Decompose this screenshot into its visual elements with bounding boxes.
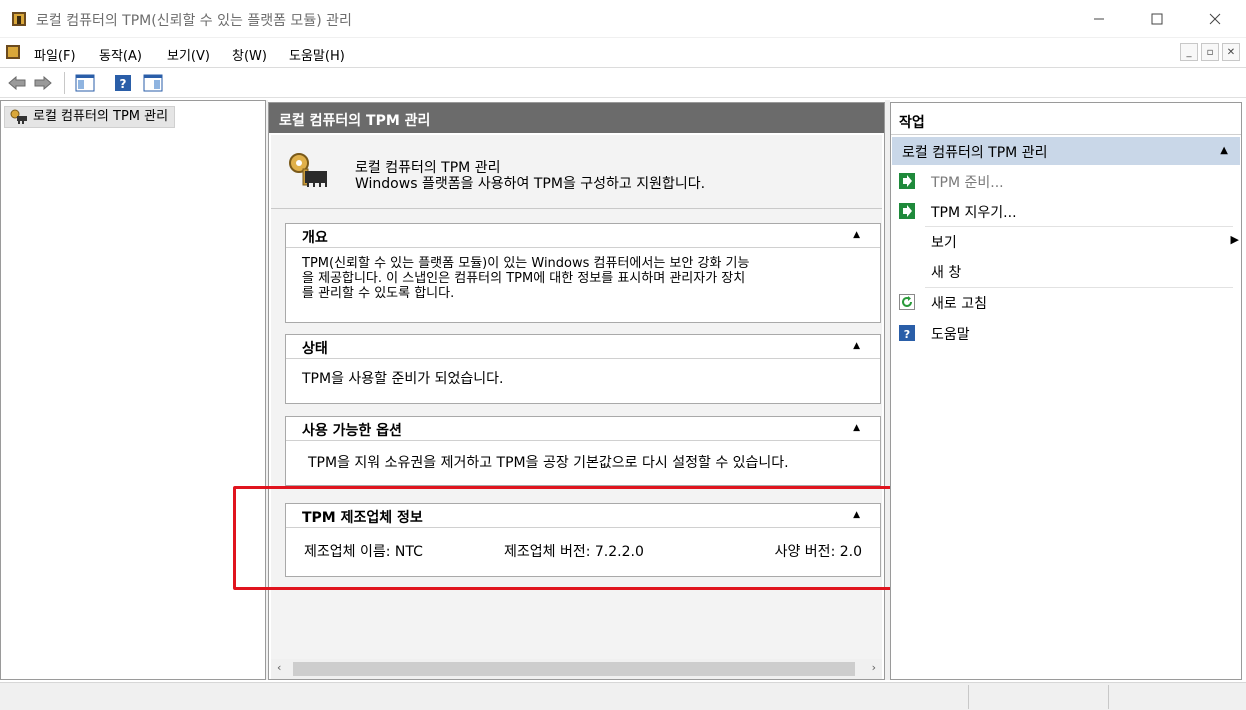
- action-view[interactable]: 보기 ▶: [899, 231, 1239, 253]
- refresh-icon: [899, 294, 915, 310]
- svg-text:?: ?: [904, 328, 910, 341]
- console-tree-icon: [75, 74, 95, 92]
- status-text: TPM을 사용할 준비가 되었습니다.: [302, 371, 504, 387]
- maximize-button[interactable]: [1128, 0, 1186, 38]
- options-text: TPM을 지워 소유권을 제거하고 TPM을 공장 기본값으로 다시 설정할 수…: [308, 455, 789, 471]
- minimize-button[interactable]: [1070, 0, 1128, 38]
- highlight-box: [233, 486, 919, 590]
- menu-view[interactable]: 보기(V): [167, 45, 210, 64]
- intro-description: Windows 플랫폼을 사용하여 TPM을 구성하고 지원합니다.: [355, 176, 706, 192]
- overview-line-2: 을 제공합니다. 이 스냅인은 컴퓨터의 TPM에 대한 정보를 표시하며 관리…: [302, 271, 746, 286]
- scroll-right-icon[interactable]: ›: [872, 661, 876, 674]
- menu-action[interactable]: 동작(A): [99, 45, 142, 64]
- status-section: 상태 ▲ TPM을 사용할 준비가 되었습니다.: [285, 334, 881, 404]
- help-button[interactable]: ?: [112, 72, 134, 94]
- actions-title: 작업: [891, 103, 1241, 135]
- overview-section-header[interactable]: 개요 ▲: [286, 224, 880, 248]
- status-bar-divider: [1108, 685, 1109, 709]
- svg-text:?: ?: [120, 77, 127, 91]
- options-title: 사용 가능한 옵션: [302, 423, 402, 439]
- tree-item-label: 로컬 컴퓨터의 TPM 관리: [33, 109, 169, 124]
- console-tree-pane: 로컬 컴퓨터의 TPM 관리: [0, 100, 266, 680]
- scroll-left-icon[interactable]: ‹: [277, 661, 281, 674]
- menu-window[interactable]: 창(W): [232, 45, 267, 64]
- maximize-icon: [1151, 13, 1163, 25]
- collapse-arrow-icon[interactable]: ▲: [853, 341, 860, 351]
- options-section-header[interactable]: 사용 가능한 옵션 ▲: [286, 417, 880, 441]
- forward-arrow-icon: [34, 76, 52, 90]
- menu-file[interactable]: 파일(F): [34, 45, 76, 64]
- action-clear-tpm[interactable]: TPM 지우기...: [899, 201, 1239, 223]
- minimize-icon: [1094, 18, 1104, 20]
- menu-bar: 파일(F) 동작(A) 보기(V) 창(W) 도움말(H) _ ▫ ✕: [0, 38, 1246, 68]
- options-section: 사용 가능한 옵션 ▲ TPM을 지워 소유권을 제거하고 TPM을 공장 기본…: [285, 416, 881, 486]
- close-icon: [1209, 13, 1221, 25]
- actions-separator: [925, 226, 1233, 227]
- actions-group-header[interactable]: 로컬 컴퓨터의 TPM 관리 ▲: [892, 137, 1240, 165]
- action-refresh[interactable]: 새로 고침: [899, 292, 1239, 314]
- result-pane: 로컬 컴퓨터의 TPM 관리 로컬 컴퓨터의 TPM 관리 Windows 플랫…: [268, 102, 885, 680]
- collapse-arrow-icon[interactable]: ▲: [853, 230, 860, 240]
- action-prepare-tpm[interactable]: TPM 준비...: [899, 171, 1239, 193]
- help-icon: ?: [115, 75, 131, 91]
- mdi-minimize-button[interactable]: _: [1180, 43, 1198, 61]
- forward-button[interactable]: [32, 72, 54, 94]
- menu-help[interactable]: 도움말(H): [289, 45, 345, 64]
- status-bar: [0, 682, 1246, 710]
- mdi-controls: _ ▫ ✕: [1180, 43, 1240, 61]
- collapse-arrow-icon[interactable]: ▲: [853, 423, 860, 433]
- close-button[interactable]: [1186, 0, 1244, 38]
- status-section-header[interactable]: 상태 ▲: [286, 335, 880, 359]
- toolbar-separator: [64, 72, 65, 94]
- scrollbar-thumb[interactable]: [293, 662, 855, 676]
- tree-item-tpm-management[interactable]: 로컬 컴퓨터의 TPM 관리: [4, 106, 176, 128]
- show-hide-console-tree-button[interactable]: [74, 72, 96, 94]
- overview-line-3: 를 관리할 수 있도록 합니다.: [302, 286, 455, 301]
- mdi-restore-button[interactable]: ▫: [1201, 43, 1219, 61]
- action-help[interactable]: ? 도움말: [899, 323, 1239, 345]
- horizontal-scrollbar[interactable]: ‹ ›: [271, 659, 882, 679]
- actions-group-label: 로컬 컴퓨터의 TPM 관리: [902, 145, 1048, 161]
- overview-section: 개요 ▲ TPM(신뢰할 수 있는 플랫폼 모듈)이 있는 Windows 컴퓨…: [285, 223, 881, 323]
- status-bar-divider: [968, 685, 969, 709]
- submenu-arrow-icon: ▶: [1230, 233, 1239, 246]
- intro-panel: 로컬 컴퓨터의 TPM 관리 Windows 플랫폼을 사용하여 TPM을 구성…: [271, 135, 882, 209]
- actions-separator: [925, 287, 1233, 288]
- show-hide-action-pane-button[interactable]: [142, 72, 164, 94]
- tpm-menu-icon[interactable]: [5, 44, 21, 64]
- tpm-key-icon: [9, 108, 29, 132]
- green-arrow-icon: [899, 203, 915, 219]
- tpm-app-icon: [10, 10, 28, 32]
- toolbar: ?: [0, 68, 1246, 98]
- help-icon: ?: [899, 325, 915, 341]
- tpm-key-large-icon: [287, 151, 331, 195]
- back-button[interactable]: [6, 72, 28, 94]
- overview-body: TPM(신뢰할 수 있는 플랫폼 모듈)이 있는 Windows 컴퓨터에서는 …: [286, 248, 880, 309]
- mdi-close-button[interactable]: ✕: [1222, 43, 1240, 61]
- actions-pane: 작업 로컬 컴퓨터의 TPM 관리 ▲ TPM 준비... TPM 지우기...…: [890, 102, 1242, 680]
- overview-title: 개요: [302, 230, 328, 246]
- window-title: 로컬 컴퓨터의 TPM(신뢰할 수 있는 플랫폼 모듈) 관리: [36, 13, 352, 29]
- result-pane-header: 로컬 컴퓨터의 TPM 관리: [269, 103, 884, 133]
- collapse-arrow-icon[interactable]: ▲: [1220, 145, 1228, 156]
- status-title: 상태: [302, 341, 328, 357]
- action-new-window[interactable]: 새 창: [899, 261, 1239, 283]
- green-arrow-icon: [899, 173, 915, 189]
- overview-line-1: TPM(신뢰할 수 있는 플랫폼 모듈)이 있는 Windows 컴퓨터에서는 …: [302, 256, 750, 271]
- title-bar: 로컬 컴퓨터의 TPM(신뢰할 수 있는 플랫폼 모듈) 관리: [0, 0, 1246, 38]
- action-pane-icon: [143, 74, 163, 92]
- back-arrow-icon: [8, 76, 26, 90]
